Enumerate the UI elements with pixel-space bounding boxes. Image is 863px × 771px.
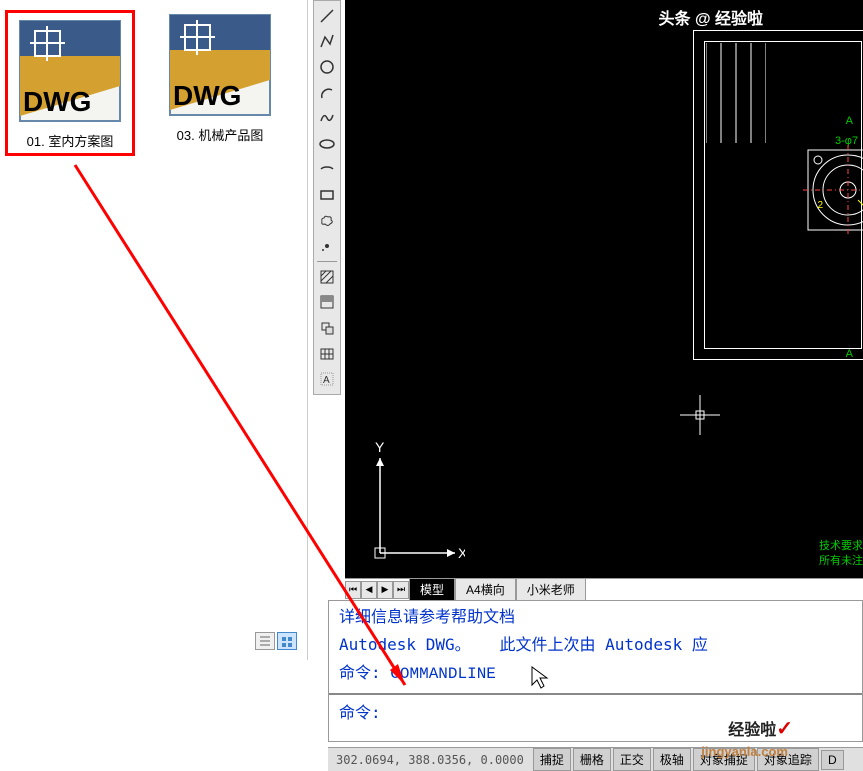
mechanical-drawing bbox=[803, 145, 863, 235]
point-tool[interactable] bbox=[315, 234, 339, 258]
crosshair-cursor bbox=[680, 395, 720, 435]
mouse-cursor-icon bbox=[530, 665, 550, 694]
polar-toggle[interactable]: 极轴 bbox=[653, 748, 691, 771]
svg-text:A: A bbox=[323, 375, 330, 386]
anno-tech-req: 技术要求 bbox=[819, 537, 863, 553]
circle-tool[interactable] bbox=[315, 55, 339, 79]
dwg-file-icon: DWG TM bbox=[15, 16, 125, 126]
svg-text:TM: TM bbox=[253, 16, 269, 28]
dwg-file-icon: DWG TM bbox=[165, 10, 275, 120]
rectangle-tool[interactable] bbox=[315, 183, 339, 207]
tab-nav-last[interactable]: ⏭ bbox=[393, 581, 409, 599]
ortho-toggle[interactable]: 正交 bbox=[613, 748, 651, 771]
sheet-tab-model[interactable]: 模型 bbox=[409, 578, 455, 601]
sheet-tab-custom[interactable]: 小米老师 bbox=[516, 578, 586, 601]
coordinates-display: 302.0694, 388.0356, 0.0000 bbox=[328, 753, 532, 767]
dyn-toggle[interactable]: D bbox=[821, 750, 844, 770]
ellipse-arc-tool[interactable] bbox=[315, 158, 339, 182]
view-icons-button[interactable] bbox=[277, 632, 297, 650]
file-item-03[interactable]: DWG TM 03. 机械产品图 bbox=[155, 10, 285, 156]
tab-nav-first[interactable]: ⏮ bbox=[345, 581, 361, 599]
cmd-history-2: Autodesk DWG。 此文件上次由 Autodesk 应 bbox=[329, 629, 862, 657]
view-list-button[interactable] bbox=[255, 632, 275, 650]
anno-label-a2: A bbox=[846, 348, 853, 360]
snap-toggle[interactable]: 捕捉 bbox=[533, 748, 571, 771]
file-label: 01. 室内方案图 bbox=[11, 131, 129, 150]
ellipse-tool[interactable] bbox=[315, 132, 339, 156]
cmd-history-1: 详细信息请参考帮助文档 bbox=[329, 601, 862, 629]
tab-nav-next[interactable]: ▶ bbox=[377, 581, 393, 599]
sheet-tabs-bar: ⏮ ◀ ▶ ⏭ 模型 A4横向 小米老师 bbox=[345, 578, 863, 600]
line-tool[interactable] bbox=[315, 4, 339, 28]
grid-toggle[interactable]: 栅格 bbox=[573, 748, 611, 771]
svg-text:TM: TM bbox=[103, 22, 119, 34]
anno-label-a1: A bbox=[846, 115, 853, 127]
file-item-01[interactable]: DWG TM 01. 室内方案图 bbox=[5, 10, 135, 156]
text-tool[interactable]: A bbox=[315, 367, 339, 391]
region-tool[interactable] bbox=[315, 316, 339, 340]
cmd-history-3: 命令: COMMANDLINE bbox=[329, 657, 862, 685]
svg-text:Y: Y bbox=[375, 439, 385, 455]
gradient-tool[interactable] bbox=[315, 291, 339, 315]
file-label: 03. 机械产品图 bbox=[155, 125, 285, 144]
view-toggle-group bbox=[255, 632, 297, 650]
svg-text:DWG: DWG bbox=[23, 86, 91, 117]
anno-note: 所有未注 bbox=[819, 552, 863, 568]
file-explorer-panel: DWG TM 01. 室内方案图 DWG TM 03. 机械产品图 bbox=[0, 0, 308, 660]
revcloud-tool[interactable] bbox=[315, 209, 339, 233]
arc-tool[interactable] bbox=[315, 81, 339, 105]
spline-tool[interactable] bbox=[315, 106, 339, 130]
sheet-tab-a4[interactable]: A4横向 bbox=[455, 578, 516, 601]
watermark-url: jingyanla.com bbox=[701, 744, 788, 759]
drawing-canvas[interactable]: A 3-φ7 A 2 技术要求 所有未注 bbox=[345, 0, 863, 578]
polyline-tool[interactable] bbox=[315, 30, 339, 54]
draw-toolbar: A bbox=[313, 0, 341, 395]
watermark-bottom: 经验啦✓ bbox=[728, 716, 793, 741]
svg-text:DWG: DWG bbox=[173, 80, 241, 111]
watermark-top: 头条 @ 经验啦 bbox=[659, 5, 764, 29]
tab-nav-prev[interactable]: ◀ bbox=[361, 581, 377, 599]
dim-value: 2 bbox=[817, 200, 823, 211]
hatch-tool[interactable] bbox=[315, 265, 339, 289]
ucs-icon: X Y bbox=[365, 438, 465, 568]
svg-text:X: X bbox=[458, 545, 465, 561]
table-tool[interactable] bbox=[315, 342, 339, 366]
